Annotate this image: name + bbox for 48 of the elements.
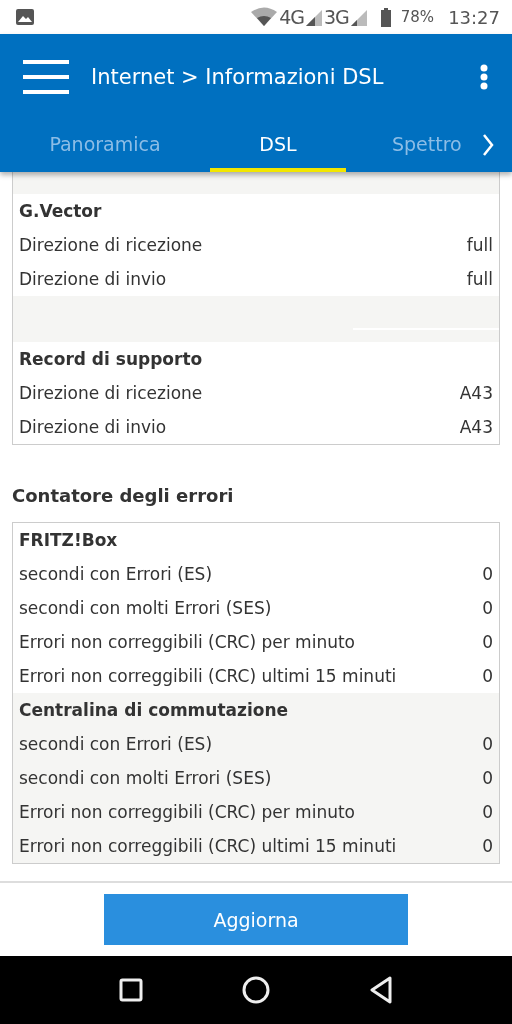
- group-title: Record di supporto: [18, 348, 204, 371]
- row-label: Errori non correggibili (CRC) per minuto: [19, 802, 355, 822]
- group-title: FRITZ!Box: [18, 529, 119, 552]
- wifi-icon: [251, 7, 278, 27]
- row-value: full: [466, 235, 493, 255]
- chevron-right-icon[interactable]: [482, 133, 494, 157]
- row-label: secondi con Errori (ES): [19, 734, 213, 754]
- row-label: secondi con Errori (ES): [19, 564, 213, 584]
- row-label: Direzione di invio: [19, 417, 167, 437]
- row-value: 0: [482, 734, 493, 754]
- home-icon[interactable]: [242, 976, 270, 1004]
- refresh-button[interactable]: Aggiorna: [104, 894, 408, 945]
- row-value: 0: [482, 564, 493, 584]
- battery-percent: 78%: [400, 8, 435, 26]
- row-label: Errori non correggibili (CRC) ultimi 15 minuti: [19, 836, 397, 856]
- signal-icon: [350, 8, 367, 26]
- group-title: Centralina di commutazione: [18, 699, 290, 722]
- row-value: 0: [482, 666, 493, 686]
- row-label: secondi con molti Errori (SES): [19, 768, 272, 788]
- battery-icon: [380, 7, 391, 27]
- row-value: full: [466, 269, 493, 289]
- row-label: Direzione di ricezione: [19, 383, 203, 403]
- back-icon[interactable]: [368, 976, 393, 1004]
- row-value: 0: [482, 768, 493, 788]
- page-title: Internet > Informazioni DSL: [91, 65, 385, 89]
- recents-icon[interactable]: [119, 978, 144, 1002]
- row-value: 0: [482, 836, 493, 856]
- row-label: Direzione di ricezione: [19, 235, 203, 255]
- row-value: A43: [459, 417, 493, 437]
- signal-icon: [305, 8, 322, 26]
- tab[interactable]: Panoramica: [0, 120, 210, 172]
- row-value: A43: [459, 383, 493, 403]
- menu-icon[interactable]: [23, 60, 69, 94]
- tab[interactable]: Spettro: [376, 120, 496, 172]
- section-heading: Contatore degli errori: [12, 485, 235, 506]
- network-type: 3G: [323, 6, 349, 28]
- network-type: 4G: [279, 6, 304, 28]
- row-label: Direzione di invio: [19, 269, 167, 289]
- row-label: Errori non correggibili (CRC) per minuto: [19, 632, 355, 652]
- row-value: 0: [482, 802, 493, 822]
- row-value: 0: [482, 632, 493, 652]
- group-title: G.Vector: [18, 200, 103, 223]
- row-label: Errori non correggibili (CRC) ultimi 15 minuti: [19, 666, 397, 686]
- more-icon[interactable]: [480, 64, 488, 90]
- row-label: secondi con molti Errori (SES): [19, 598, 272, 618]
- clock: 13:27: [448, 6, 500, 28]
- row-value: 0: [482, 598, 493, 618]
- image-icon: [16, 9, 34, 25]
